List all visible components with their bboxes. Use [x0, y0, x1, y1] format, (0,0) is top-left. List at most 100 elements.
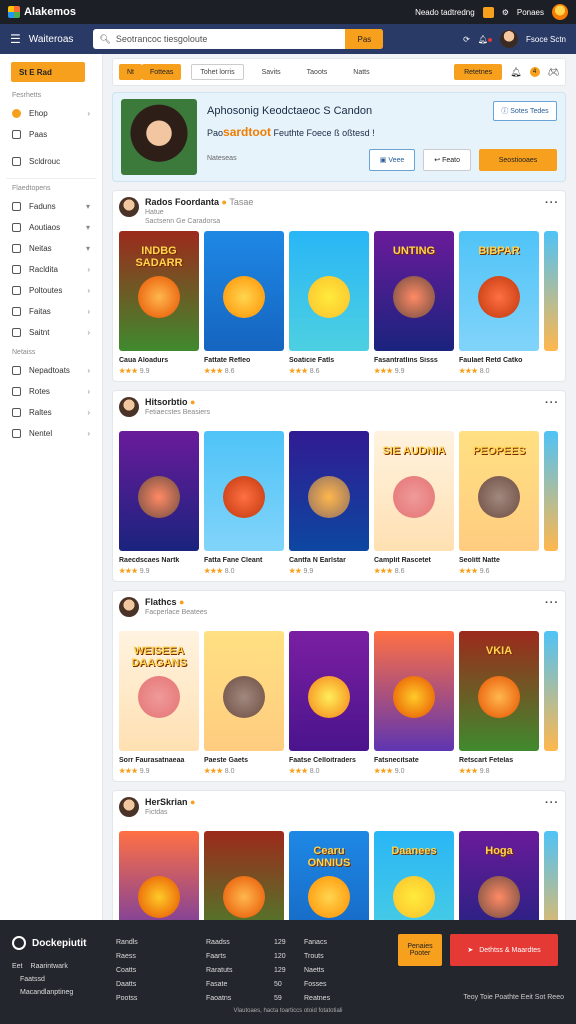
- bell-icon[interactable]: 🔔︎: [510, 67, 521, 78]
- footer-link-row[interactable]: Macandlanptineg: [12, 986, 73, 999]
- search-button[interactable]: Pas: [345, 29, 384, 49]
- filter-chip[interactable]: Nt: [119, 64, 142, 80]
- game-thumbnail[interactable]: [204, 231, 284, 351]
- sidebar-item[interactable]: Faitas ›: [6, 301, 96, 322]
- section-title[interactable]: Hitsorbtio: [145, 397, 188, 407]
- footer-legal-links[interactable]: Teoy Toie Poathte Eeit Sot Reeo: [463, 994, 564, 1001]
- game-thumbnail[interactable]: INDBG SADARR: [119, 231, 199, 351]
- footer-link[interactable]: Raadss: [206, 936, 232, 950]
- game-card[interactable]: Paeste Gaets ★★★ 8.0: [204, 631, 284, 775]
- game-thumbnail[interactable]: [374, 631, 454, 751]
- filter-chip[interactable]: Fotteas: [142, 64, 182, 80]
- game-card[interactable]: Fatta Fane Cleant ★★★ 8.0: [204, 431, 284, 575]
- search-box[interactable]: 🔍︎ Seotrancoc tiesgoloute Pas: [93, 29, 384, 49]
- hero-link-button[interactable]: ⓘ Sotes Tedes: [493, 101, 557, 121]
- top-link-1[interactable]: Neado tadtredng: [415, 8, 475, 17]
- sidebar-item[interactable]: Neitas ▾: [6, 238, 96, 259]
- search-input[interactable]: Seotrancoc tiesgoloute: [116, 34, 208, 44]
- more-options-icon[interactable]: ···: [545, 197, 559, 209]
- gift-icon[interactable]: [482, 6, 494, 18]
- sidebar-item[interactable]: Poltoutes ›: [6, 280, 96, 301]
- game-title[interactable]: Soaticie Fatls: [289, 357, 369, 364]
- footer-link[interactable]: Raarintwark: [31, 960, 68, 973]
- footer-link[interactable]: 129: [274, 936, 286, 950]
- game-thumbnail[interactable]: [204, 431, 284, 551]
- sidebar-item[interactable]: Racldita ›: [6, 259, 96, 280]
- footer-link-row[interactable]: Eet Raarintwark: [12, 960, 73, 973]
- game-title[interactable]: Fattate Refleo: [204, 357, 284, 364]
- filter-chip[interactable]: Taoots: [299, 64, 336, 80]
- game-card[interactable]: WEISEEA DAAGANS Sorr Faurasatnaeaa ★★★ 9.9: [119, 631, 199, 775]
- next-card-peek[interactable]: [544, 231, 558, 351]
- top-link-2[interactable]: Ponaes: [517, 8, 544, 17]
- footer-link[interactable]: Coatts: [116, 964, 138, 978]
- game-thumbnail[interactable]: [204, 631, 284, 751]
- game-title[interactable]: Faatse Celloitraders: [289, 757, 369, 764]
- filter-chip[interactable]: Tohet lorris: [191, 64, 244, 80]
- footer-link[interactable]: Raratuts: [206, 964, 232, 978]
- footer-link[interactable]: Faoatns: [206, 992, 232, 1006]
- notification-icon[interactable]: 🔔︎: [478, 35, 492, 44]
- footer-link[interactable]: Fanacs: [304, 936, 330, 950]
- game-card[interactable]: UNTING Fasantratlins Sisss ★★★ 9.9: [374, 231, 454, 375]
- user-badge-icon[interactable]: [552, 4, 568, 20]
- section-title[interactable]: Flathcs: [145, 597, 177, 607]
- footer-link[interactable]: Fasate: [206, 978, 232, 992]
- game-title[interactable]: Fatta Fane Cleant: [204, 557, 284, 564]
- game-card[interactable]: VKIA Retscart Fetelas ★★★ 9.8: [459, 631, 539, 775]
- footer-link[interactable]: Fosses: [304, 978, 330, 992]
- game-thumbnail[interactable]: WEISEEA DAAGANS: [119, 631, 199, 751]
- sidebar-item[interactable]: Faduns ▾: [6, 196, 96, 217]
- avatar[interactable]: [119, 597, 139, 617]
- user-name[interactable]: Fsoce Sctn: [526, 35, 566, 44]
- hero-button-view[interactable]: ▣ Veee: [368, 149, 416, 171]
- game-controller-icon[interactable]: 🎮︎: [548, 67, 559, 78]
- game-card[interactable]: Soaticie Fatls ★★★ 8.6: [289, 231, 369, 375]
- footer-link[interactable]: Randls: [116, 936, 138, 950]
- sidebar-item[interactable]: Saitnt ›: [6, 322, 96, 343]
- footer-download-button[interactable]: ➤ Dethtss & Maardtes: [450, 934, 558, 966]
- sidebar-item[interactable]: Aoutiaos ▾: [6, 217, 96, 238]
- game-title[interactable]: Sorr Faurasatnaeaa: [119, 757, 199, 764]
- footer-link[interactable]: Macandlanptineg: [20, 986, 73, 999]
- footer-link[interactable]: Faarts: [206, 950, 232, 964]
- game-thumbnail[interactable]: [289, 231, 369, 351]
- footer-link[interactable]: 129: [274, 964, 286, 978]
- next-card-peek[interactable]: [544, 631, 558, 751]
- game-thumbnail[interactable]: [119, 431, 199, 551]
- sidebar-item[interactable]: Nentel ›: [6, 423, 96, 444]
- footer-cta-button[interactable]: Penaies Pooter: [398, 934, 442, 966]
- sidebar-item[interactable]: Nepadtoats ›: [6, 360, 96, 381]
- sidebar-item[interactable]: Rotes ›: [6, 381, 96, 402]
- filter-chip[interactable]: Natts: [345, 64, 377, 80]
- game-title[interactable]: Seolitt Natte: [459, 557, 539, 564]
- sidebar-item[interactable]: Paas: [6, 124, 96, 145]
- more-options-icon[interactable]: ···: [545, 797, 559, 809]
- section-title[interactable]: Rados Foordanta: [145, 197, 219, 207]
- footer-link[interactable]: Naetts: [304, 964, 330, 978]
- app-logo[interactable]: Alakemos: [8, 6, 76, 18]
- section-title[interactable]: HerSkrian: [145, 797, 188, 807]
- game-title[interactable]: Paeste Gaets: [204, 757, 284, 764]
- game-card[interactable]: Fatsnecitsate ★★★ 9.0: [374, 631, 454, 775]
- game-title[interactable]: Raecdscaes Nartk: [119, 557, 199, 564]
- game-card[interactable]: Raecdscaes Nartk ★★★ 9.9: [119, 431, 199, 575]
- refresh-icon[interactable]: ⟳: [463, 35, 470, 44]
- game-card[interactable]: SIE AUDNIA Camplit Rascetet ★★★ 8.6: [374, 431, 454, 575]
- game-title[interactable]: Fasantratlins Sisss: [374, 357, 454, 364]
- game-thumbnail[interactable]: [289, 431, 369, 551]
- sidebar-item-single[interactable]: Scldrouc: [6, 151, 96, 172]
- hero-button-share[interactable]: ↩ Feato: [423, 149, 471, 171]
- hero-button-primary[interactable]: Seostiooaes: [479, 149, 557, 171]
- game-title[interactable]: Fatsnecitsate: [374, 757, 454, 764]
- game-thumbnail[interactable]: BIBPAR: [459, 231, 539, 351]
- game-card[interactable]: Cantfa N Earlstar ★★ 9.9: [289, 431, 369, 575]
- gear-icon[interactable]: ⚙: [502, 8, 509, 17]
- more-options-icon[interactable]: ···: [545, 597, 559, 609]
- more-options-icon[interactable]: ···: [545, 397, 559, 409]
- avatar[interactable]: [119, 797, 139, 817]
- footer-link[interactable]: Daatts: [116, 978, 138, 992]
- avatar[interactable]: [119, 197, 139, 217]
- next-card-peek[interactable]: [544, 431, 558, 551]
- game-thumbnail[interactable]: UNTING: [374, 231, 454, 351]
